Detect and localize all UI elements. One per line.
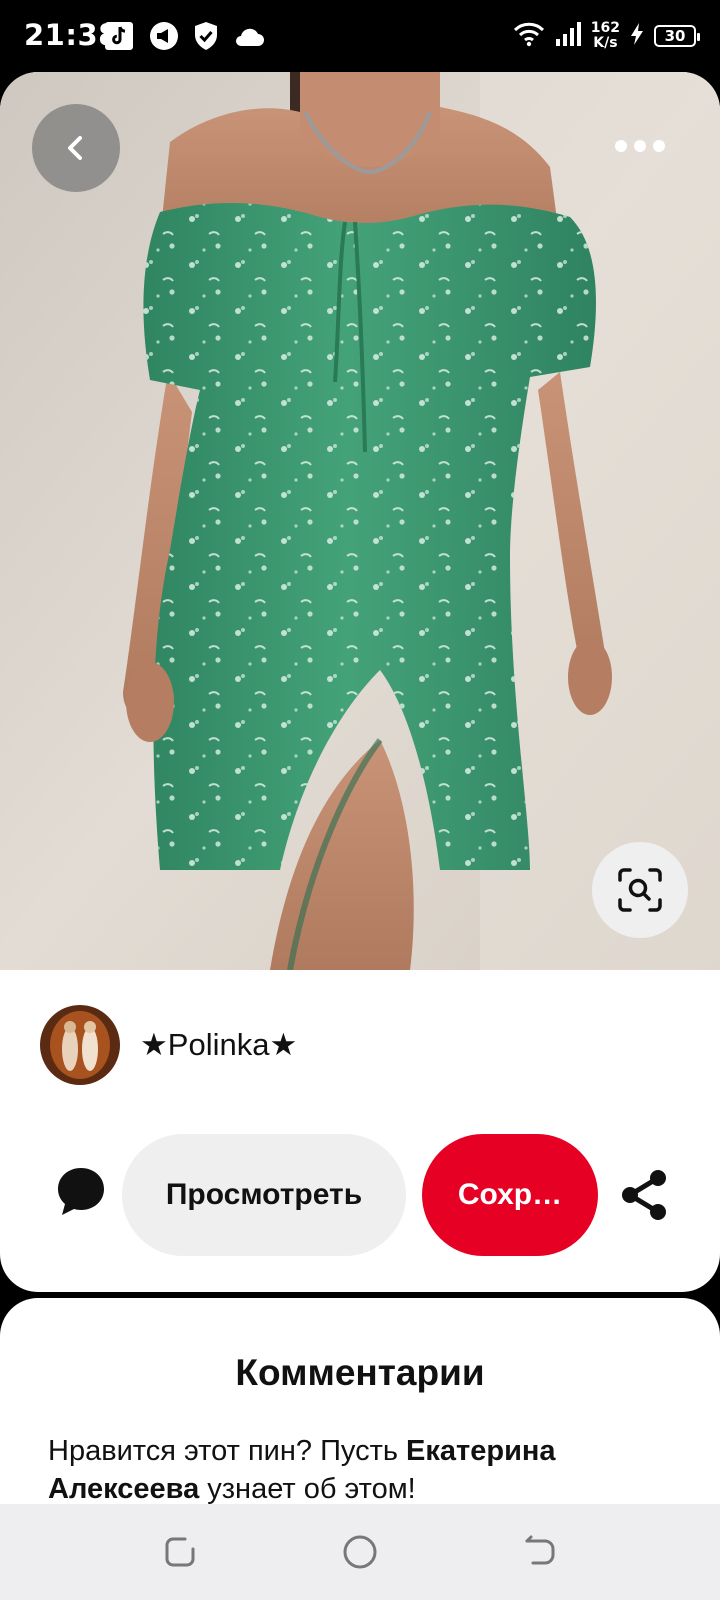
battery-indicator: 30 xyxy=(654,25,700,47)
back-icon xyxy=(68,136,82,160)
visual-search-button[interactable] xyxy=(592,842,688,938)
pin-actions: Просмотреть Сохр… xyxy=(0,1134,720,1256)
more-dot xyxy=(615,140,627,152)
comments-section: Комментарии Нравится этот пин? Пусть Ека… xyxy=(0,1298,720,1508)
save-button[interactable]: Сохр… xyxy=(422,1134,598,1256)
share-icon xyxy=(622,1170,666,1220)
back-nav-button[interactable] xyxy=(518,1530,562,1574)
wifi-icon xyxy=(513,21,545,51)
home-icon xyxy=(343,1535,377,1569)
comment-button[interactable] xyxy=(54,1164,108,1218)
home-button[interactable] xyxy=(338,1530,382,1574)
comments-prompt-suffix: узнает об этом! xyxy=(199,1473,416,1505)
cloud-icon xyxy=(232,20,266,52)
comments-prompt: Нравится этот пин? Пусть Екатерина Алекс… xyxy=(48,1432,678,1508)
visual-search-icon xyxy=(618,868,662,912)
tiktok-icon xyxy=(104,20,134,52)
creator-profile[interactable]: ★Polinka★ xyxy=(40,1004,297,1086)
system-nav-bar xyxy=(0,1504,720,1600)
back-nav-icon xyxy=(525,1535,555,1565)
network-speed-value: 162 xyxy=(590,20,620,36)
avatar[interactable] xyxy=(40,1005,120,1085)
creator-name[interactable]: ★Polinka★ xyxy=(140,1027,297,1063)
dress-photo xyxy=(0,72,720,970)
share-button[interactable] xyxy=(618,1168,672,1222)
more-dot xyxy=(634,140,646,152)
pin-card: ★Polinka★ Просмотреть Сохр… xyxy=(0,72,720,1292)
view-button[interactable]: Просмотреть xyxy=(122,1134,406,1256)
status-bar: 21:38 162 K/s 30 xyxy=(0,0,720,72)
signal-icon xyxy=(555,21,581,51)
network-speed: 162 K/s xyxy=(591,21,620,51)
megaphone-icon xyxy=(148,20,180,52)
pin-image[interactable] xyxy=(0,72,720,970)
more-options-button[interactable] xyxy=(600,124,680,168)
shield-check-icon xyxy=(192,20,220,52)
recent-apps-button[interactable] xyxy=(158,1530,202,1574)
network-speed-unit: K/s xyxy=(593,35,618,51)
back-button[interactable] xyxy=(32,104,120,192)
comment-icon xyxy=(58,1168,104,1215)
more-dot xyxy=(653,140,665,152)
battery-level: 30 xyxy=(664,27,686,45)
comments-title: Комментарии xyxy=(235,1352,485,1393)
comments-prompt-text: Нравится этот пин? Пусть xyxy=(48,1435,407,1467)
charging-icon xyxy=(630,23,644,49)
recents-icon xyxy=(165,1537,195,1567)
